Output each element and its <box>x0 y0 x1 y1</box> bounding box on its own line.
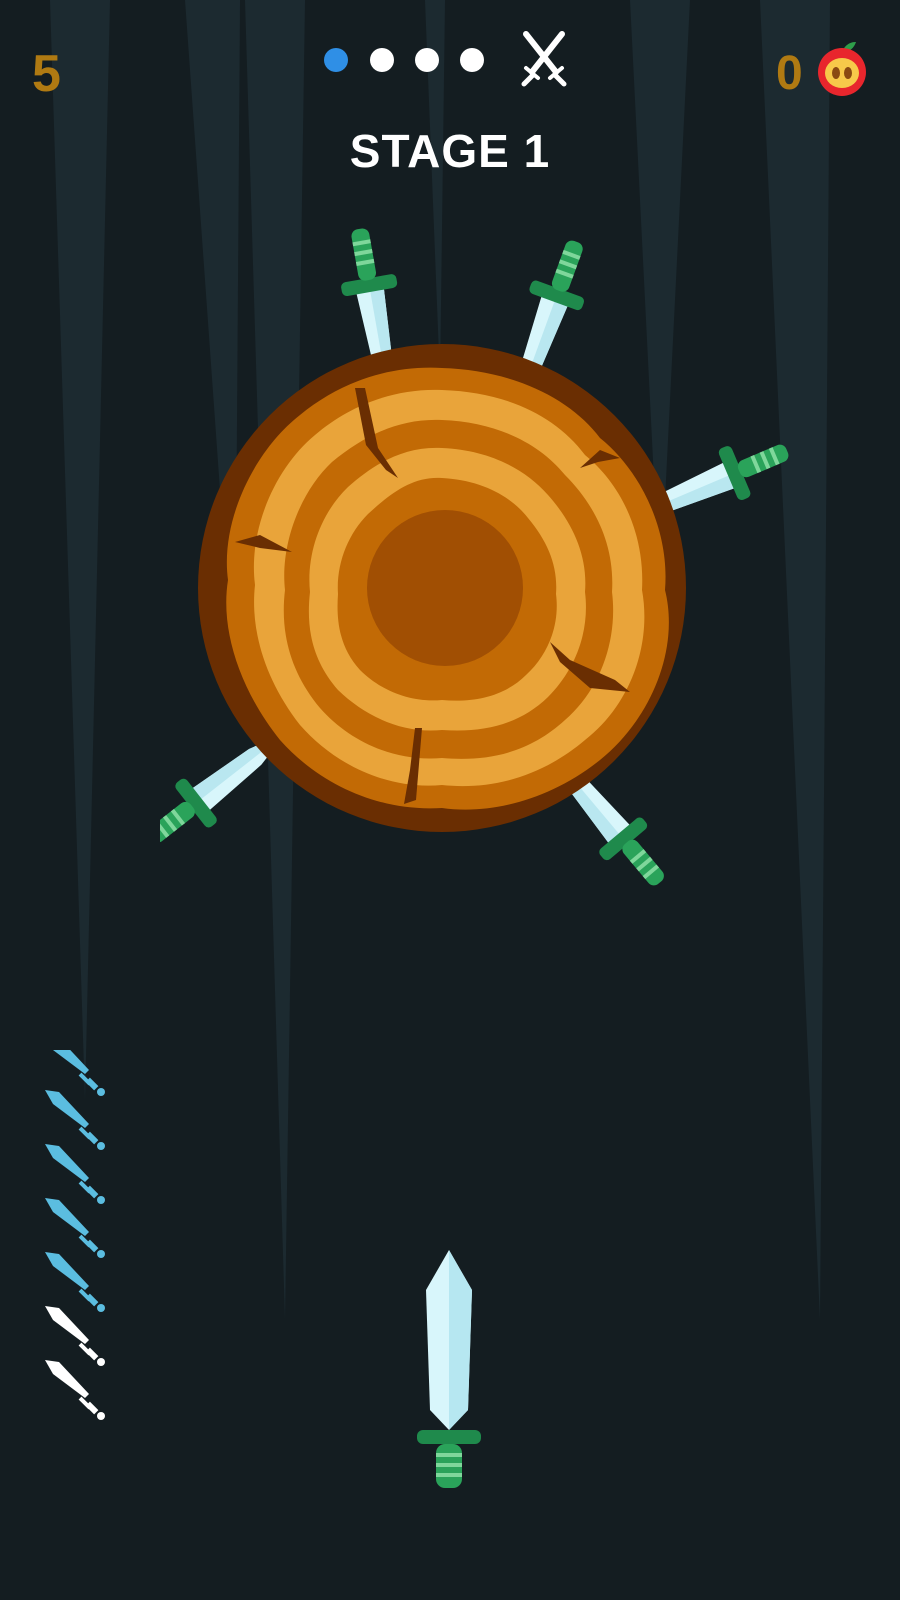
score-counter: 5 <box>32 45 61 103</box>
knife-left-4 <box>45 1198 105 1258</box>
knife-used-2 <box>45 1360 105 1420</box>
throw-knife[interactable] <box>412 1245 486 1495</box>
knife-left-2 <box>45 1090 105 1150</box>
stage-dot-3 <box>415 48 439 72</box>
stage-title: STAGE 1 <box>349 125 551 177</box>
remaining-knives <box>45 1050 105 1420</box>
knife-left-3 <box>45 1144 105 1204</box>
apple-counter: 0 <box>776 47 803 100</box>
knife-left-1 <box>45 1050 105 1096</box>
stage-dot-4 <box>460 48 484 72</box>
stage-dot-1 <box>324 48 348 72</box>
crossed-swords-icon <box>521 31 567 87</box>
wooden-log-target[interactable] <box>160 200 820 920</box>
stage-dot-2 <box>370 48 394 72</box>
apple-icon <box>818 42 866 96</box>
knife-left-5 <box>45 1252 105 1312</box>
knife-used-1 <box>45 1306 105 1366</box>
